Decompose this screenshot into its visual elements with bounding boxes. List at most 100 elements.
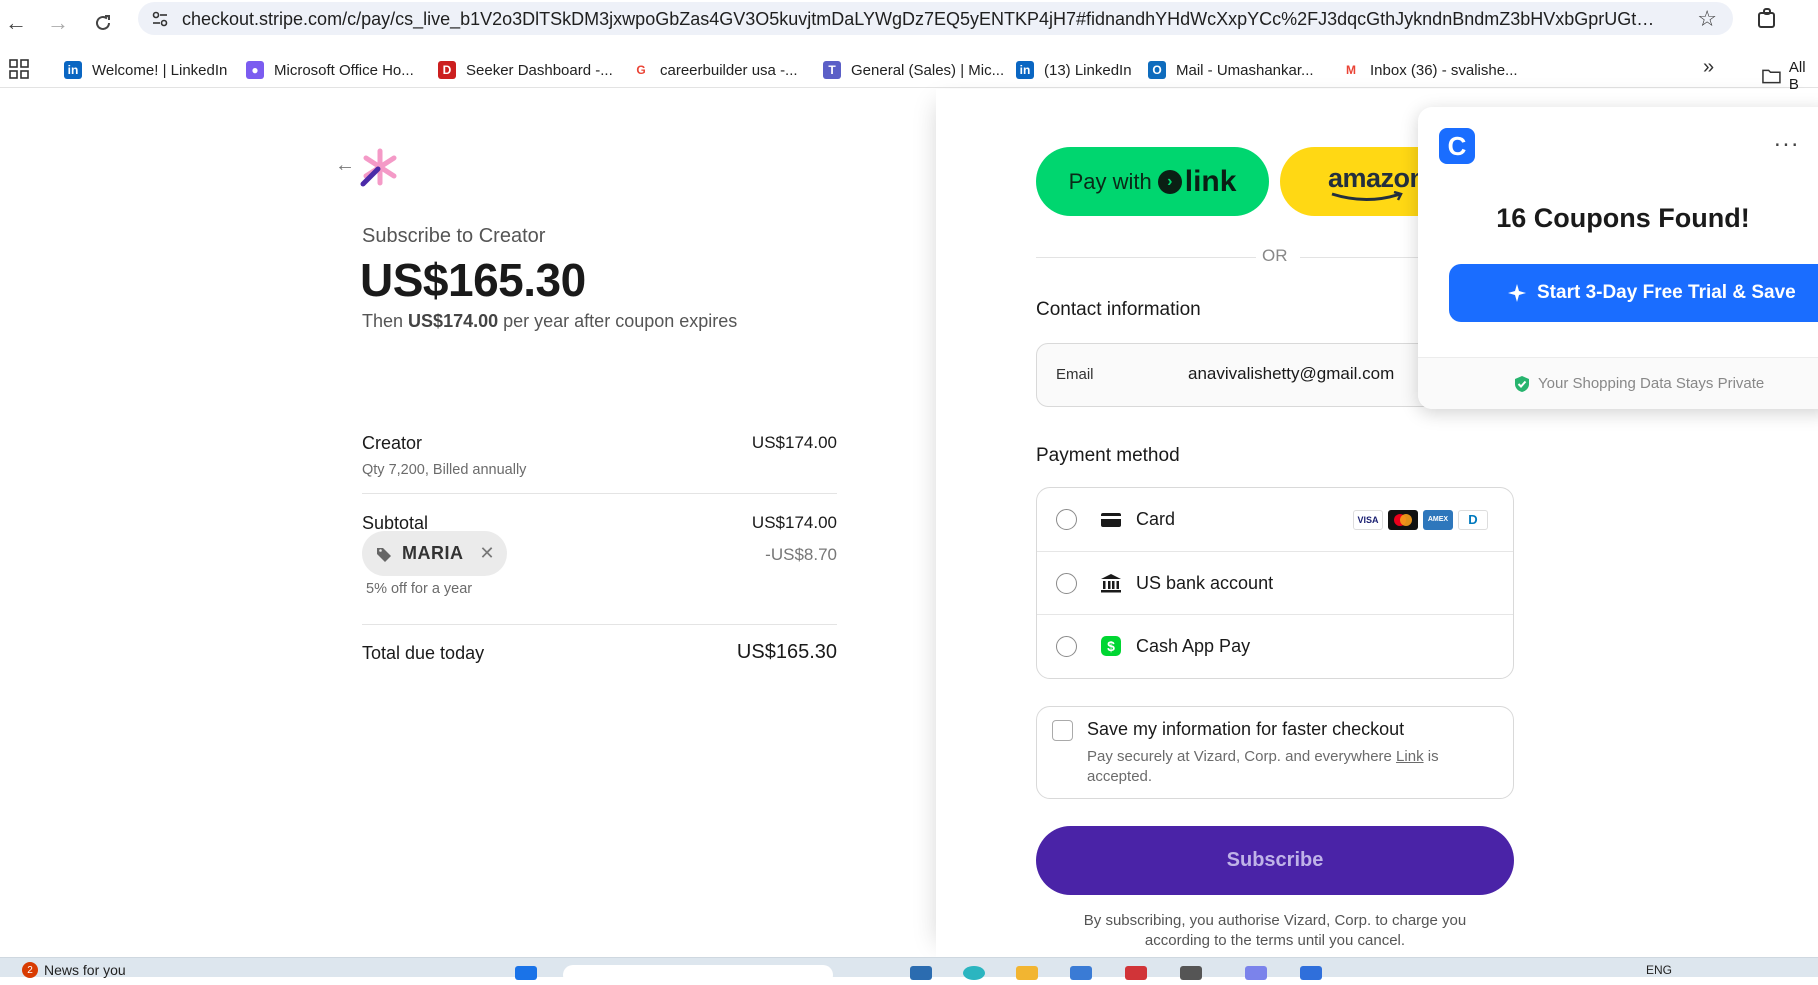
mastercard-icon [1388, 509, 1418, 530]
email-value[interactable]: anavivalishetty@gmail.com [1188, 364, 1394, 384]
bookmarks-overflow-button[interactable]: » [1703, 56, 1714, 79]
extensions-puzzle-icon[interactable] [1752, 4, 1782, 34]
linkedin-icon: in [1016, 61, 1034, 79]
extension-menu-icon[interactable]: ... [1774, 125, 1800, 153]
bookmark-item[interactable]: ● Microsoft Office Ho... [246, 58, 414, 82]
sparkle-icon [1508, 284, 1526, 302]
windows-start-icon[interactable] [515, 966, 537, 980]
start-trial-label: Start 3-Day Free Trial & Save [1537, 282, 1796, 303]
link-chevron-icon: › [1157, 169, 1182, 194]
bookmark-label: (13) LinkedIn [1044, 61, 1132, 79]
bank-label: US bank account [1136, 572, 1274, 593]
start-trial-button[interactable]: Start 3-Day Free Trial & Save [1449, 264, 1818, 322]
save-info-description: Pay securely at Vizard, Corp. and everyw… [1087, 747, 1477, 787]
card-label: Card [1136, 509, 1176, 529]
coupons-found-title: 16 Coupons Found! [1496, 203, 1750, 233]
browser-toolbar: ← → checkout.stripe.com/c/pay/cs_live_b1… [0, 0, 1818, 50]
bookmark-star-icon[interactable]: ☆ [1697, 6, 1717, 32]
taskbar-app-icon[interactable] [1180, 966, 1202, 980]
edge-icon[interactable] [963, 966, 985, 980]
bookmarks-bar: in Welcome! | LinkedIn ● Microsoft Office H… [0, 50, 1818, 93]
news-label: News for you [44, 962, 126, 978]
news-widget[interactable]: 2 News for you [22, 962, 126, 978]
email-label: Email [1056, 366, 1094, 383]
bookmark-label: Inbox (36) - svalishe... [1370, 61, 1518, 79]
pay-with-label: Pay with [1068, 168, 1152, 194]
diners-icon: D [1458, 509, 1488, 530]
linkedin-icon: in [64, 61, 82, 79]
bookmark-label: Seeker Dashboard -... [466, 61, 613, 79]
payment-heading: Payment method [1036, 445, 1180, 466]
credit-card-icon [1100, 509, 1122, 531]
cashapp-radio[interactable] [1056, 635, 1077, 657]
bank-icon [1100, 572, 1122, 594]
subscription-terms: By subscribing, you authorise Vizard, Co… [1083, 912, 1467, 949]
gmail-icon: M [1342, 61, 1360, 79]
link-info-link[interactable]: Link [1396, 748, 1424, 765]
link-wordmark: link [1184, 164, 1237, 198]
reload-icon[interactable] [87, 7, 119, 39]
language-indicator[interactable]: ENG [1646, 963, 1672, 977]
taskbar-app-icon[interactable] [1070, 966, 1092, 980]
bookmark-label: Welcome! | LinkedIn [92, 61, 228, 79]
save-desc-prefix: Pay securely at Vizard, Corp. and everyw… [1087, 748, 1392, 765]
bookmark-item[interactable]: T General (Sales) | Mic... [823, 58, 1004, 82]
taskbar-app-icon[interactable] [1125, 966, 1147, 980]
or-divider-left [1036, 257, 1256, 258]
folder-icon [1762, 69, 1781, 84]
bookmark-item[interactable]: in (13) LinkedIn [1016, 58, 1132, 82]
payment-method-list: Card VISA AMEX D US bank account $ Cash … [1036, 487, 1514, 679]
payment-method-cashapp[interactable]: $ Cash App Pay [1037, 614, 1513, 677]
file-explorer-icon[interactable] [1016, 966, 1038, 980]
bookmark-label: careerbuilder usa -... [660, 61, 798, 79]
pay-with-link-button[interactable]: Pay with › link [1036, 147, 1269, 216]
dice-icon: D [438, 61, 456, 79]
bookmark-label: Mail - Umashankar... [1176, 61, 1314, 79]
save-info-box: Save my information for faster checkout … [1036, 706, 1514, 799]
amazon-wordmark: amazon [1328, 163, 1426, 193]
bookmark-item[interactable]: O Mail - Umashankar... [1148, 58, 1314, 82]
coupon-extension-popup: C ... 16 Coupons Found! Start 3-Day Free… [1418, 107, 1818, 409]
bookmark-item[interactable]: D Seeker Dashboard -... [438, 58, 613, 82]
office-icon: ● [246, 61, 264, 79]
payment-method-card[interactable]: Card VISA AMEX D [1037, 488, 1513, 551]
news-badge: 2 [22, 962, 38, 978]
taskbar-app-icon[interactable] [910, 966, 932, 980]
save-info-title: Save my information for faster checkout [1087, 719, 1405, 739]
back-icon[interactable]: ← [0, 7, 32, 39]
taskbar-search[interactable] [563, 965, 833, 985]
all-bookmarks-button[interactable]: All B [1762, 59, 1818, 93]
bookmark-label: Microsoft Office Ho... [274, 61, 414, 79]
address-bar[interactable]: checkout.stripe.com/c/pay/cs_live_b1V2o3… [138, 2, 1733, 35]
privacy-text: Your Shopping Data Stays Private [1538, 375, 1765, 392]
save-info-checkbox[interactable] [1052, 720, 1073, 741]
privacy-footer: Your Shopping Data Stays Private [1418, 357, 1818, 409]
cash-app-icon: $ [1100, 635, 1122, 657]
bookmark-label: General (Sales) | Mic... [851, 61, 1005, 79]
bank-radio[interactable] [1056, 572, 1077, 594]
payment-method-bank[interactable]: US bank account [1037, 551, 1513, 614]
amazon-smile-icon [1331, 191, 1403, 201]
subscribe-button[interactable]: Subscribe [1036, 826, 1514, 895]
outlook-icon: O [1148, 61, 1166, 79]
bookmark-item[interactable]: in Welcome! | LinkedIn [64, 58, 227, 82]
card-radio[interactable] [1056, 509, 1077, 530]
teams-icon[interactable] [1245, 966, 1267, 980]
extension-logo-icon: C [1439, 128, 1475, 164]
all-bookmarks-label: All B [1788, 59, 1806, 93]
bookmark-item[interactable]: M Inbox (36) - svalishe... [1342, 58, 1518, 82]
url-text[interactable]: checkout.stripe.com/c/pay/cs_live_b1V2o3… [182, 9, 1662, 30]
forward-icon[interactable]: → [42, 7, 74, 39]
cashapp-label: Cash App Pay [1136, 635, 1251, 656]
taskbar-app-icon[interactable] [1300, 966, 1322, 980]
apps-grid-icon[interactable] [9, 59, 29, 79]
contact-heading: Contact information [1036, 299, 1201, 320]
bookmark-item[interactable]: Gcareerbuilder usa -... [632, 58, 798, 82]
shield-check-icon [1515, 375, 1529, 392]
site-info-icon[interactable] [150, 9, 170, 29]
visa-icon: VISA [1353, 509, 1383, 530]
amex-icon: AMEX [1423, 509, 1453, 530]
amazon-pay-button[interactable]: amazon [1280, 147, 1430, 216]
or-label: OR [1262, 246, 1288, 265]
google-icon: G [632, 61, 650, 79]
